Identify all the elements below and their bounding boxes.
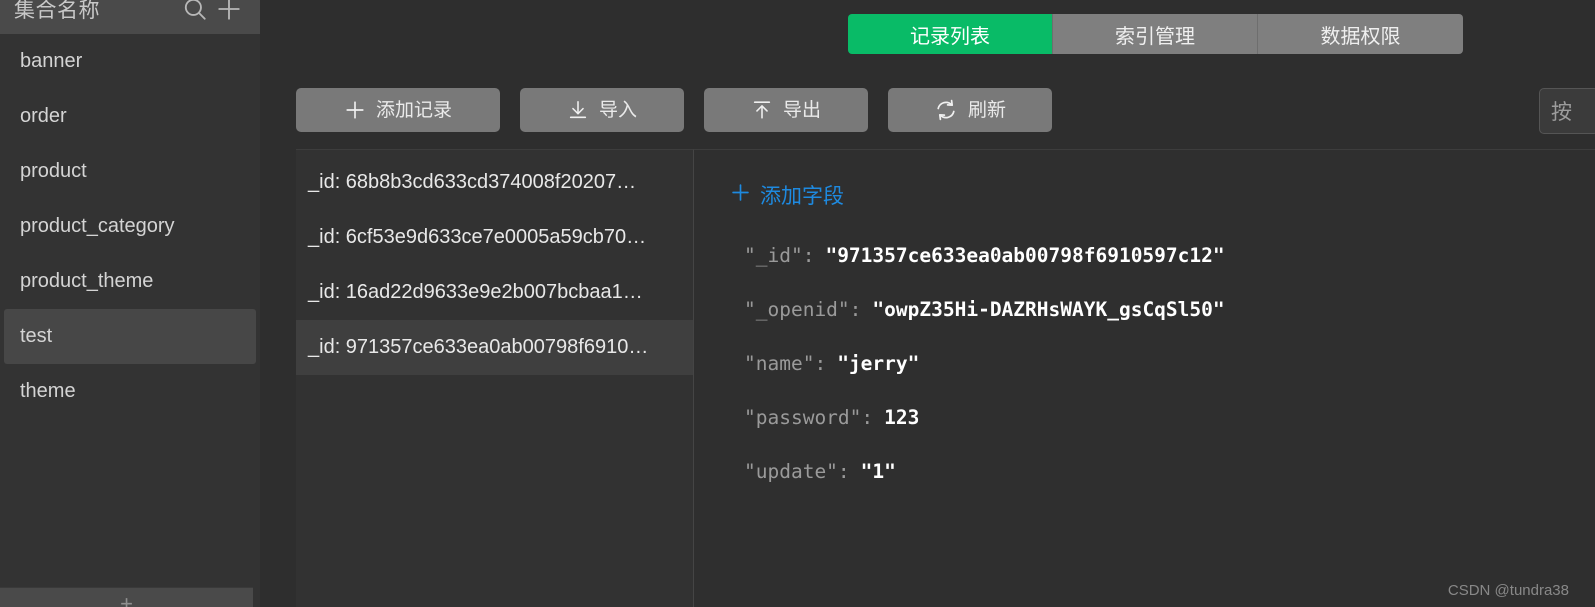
record-json: "_id": "971357ce633ea0ab00798f6910597c12"… — [730, 244, 1595, 514]
main-panel: 记录列表 索引管理 数据权限 添加记录 导入 导出 刷新 按 _id: 68b8… — [260, 0, 1595, 607]
json-field-row[interactable]: "update": "1" — [730, 460, 1595, 514]
json-value: 123 — [884, 406, 920, 429]
json-key: "update" — [744, 460, 838, 483]
json-value: "owpZ35Hi-DAZRHsWAYK_gsCqSl50" — [872, 298, 1225, 321]
watermark: CSDN @tundra38 — [1447, 582, 1569, 599]
add-field-label: 添加字段 — [760, 185, 844, 208]
record-list: _id: 68b8b3cd633cd374008f20207… _id: 6cf… — [296, 149, 694, 607]
export-label: 导出 — [782, 99, 821, 121]
tab-record-list[interactable]: 记录列表 — [848, 14, 1053, 54]
json-key: "_id" — [744, 244, 803, 267]
tab-bar: 记录列表 索引管理 数据权限 — [848, 14, 1463, 54]
sidebar-title: 集合名称 — [14, 0, 100, 22]
sidebar-item-theme[interactable]: theme — [4, 364, 256, 419]
records-toolbar: 添加记录 导入 导出 刷新 — [296, 88, 1052, 132]
add-record-label: 添加记录 — [375, 99, 452, 121]
json-field-row[interactable]: "password":123 — [730, 406, 1595, 460]
import-label: 导入 — [598, 99, 637, 121]
json-colon: : — [802, 244, 815, 267]
records-content: _id: 68b8b3cd633cd374008f20207… _id: 6cf… — [296, 149, 1595, 607]
add-field-link[interactable]: 添加字段 — [730, 180, 844, 210]
import-button[interactable]: 导入 — [520, 88, 684, 132]
collection-label: theme — [20, 380, 76, 402]
json-colon: : — [814, 352, 827, 375]
edge-partial-button[interactable]: 按 — [1539, 88, 1595, 134]
json-field-row[interactable]: "name": "jerry" — [730, 352, 1595, 406]
sidebar-item-order[interactable]: order — [4, 89, 256, 144]
json-field-row[interactable]: "_id": "971357ce633ea0ab00798f6910597c12" — [730, 244, 1595, 298]
json-value: "971357ce633ea0ab00798f6910597c12" — [825, 244, 1225, 267]
record-id-label: _id: 16ad22d9633e9e2b007bcbaa1… — [308, 281, 643, 303]
upload-icon — [751, 99, 773, 121]
json-key: "name" — [744, 352, 815, 375]
tab-label: 索引管理 — [1115, 25, 1195, 48]
record-list-item[interactable]: _id: 971357ce633ea0ab00798f6910… — [296, 320, 693, 375]
json-key: "_openid" — [744, 298, 850, 321]
record-detail-panel: 添加字段 "_id": "971357ce633ea0ab00798f691059… — [694, 149, 1595, 607]
plus-icon — [730, 182, 751, 208]
collection-label: product — [20, 160, 87, 182]
download-icon — [567, 99, 589, 121]
add-collection-icon[interactable] — [212, 0, 246, 26]
record-list-item[interactable]: _id: 16ad22d9633e9e2b007bcbaa1… — [296, 265, 693, 320]
tab-index-management[interactable]: 索引管理 — [1053, 14, 1258, 54]
refresh-label: 刷新 — [967, 99, 1006, 121]
json-key: "password" — [744, 406, 862, 429]
record-list-item[interactable]: _id: 6cf53e9d633ce7e0005a59cb70… — [296, 210, 693, 265]
sidebar-footer: + — [0, 587, 253, 607]
sidebar-item-banner[interactable]: banner — [4, 34, 256, 89]
collection-label: order — [20, 105, 67, 127]
record-id-label: _id: 971357ce633ea0ab00798f6910… — [308, 336, 649, 358]
sidebar-item-product[interactable]: product — [4, 144, 256, 199]
refresh-button[interactable]: 刷新 — [888, 88, 1052, 132]
collection-list: banner order product product_category pr… — [0, 34, 260, 419]
collection-label: product_theme — [20, 270, 154, 292]
json-field-row[interactable]: "_openid": "owpZ35Hi-DAZRHsWAYK_gsCqSl50" — [730, 298, 1595, 352]
json-colon: : — [837, 460, 850, 483]
search-icon[interactable] — [178, 0, 212, 26]
edge-partial-button-label: 按 — [1551, 101, 1572, 124]
json-colon: : — [861, 406, 874, 429]
json-colon: : — [849, 298, 862, 321]
collections-sidebar: 集合名称 banner order product product_catego… — [0, 0, 260, 607]
sidebar-header: 集合名称 — [0, 0, 260, 34]
tab-data-permission[interactable]: 数据权限 — [1258, 14, 1463, 54]
plus-icon — [344, 99, 366, 121]
add-record-button[interactable]: 添加记录 — [296, 88, 500, 132]
plus-icon[interactable]: + — [120, 593, 133, 607]
tab-label: 数据权限 — [1320, 25, 1401, 48]
refresh-icon — [934, 98, 958, 122]
export-button[interactable]: 导出 — [704, 88, 868, 132]
collection-label: test — [20, 325, 53, 347]
record-list-item[interactable]: _id: 68b8b3cd633cd374008f20207… — [296, 155, 693, 210]
sidebar-item-product-theme[interactable]: product_theme — [4, 254, 256, 309]
sidebar-item-product-category[interactable]: product_category — [4, 199, 256, 254]
json-value: "1" — [860, 460, 896, 483]
record-id-label: _id: 68b8b3cd633cd374008f20207… — [308, 171, 637, 193]
collection-label: product_category — [20, 215, 175, 237]
collection-label: banner — [20, 50, 83, 72]
tab-label: 记录列表 — [910, 25, 990, 48]
json-value: "jerry" — [837, 352, 920, 375]
record-id-label: _id: 6cf53e9d633ce7e0005a59cb70… — [308, 226, 647, 248]
sidebar-item-test[interactable]: test — [4, 309, 256, 364]
